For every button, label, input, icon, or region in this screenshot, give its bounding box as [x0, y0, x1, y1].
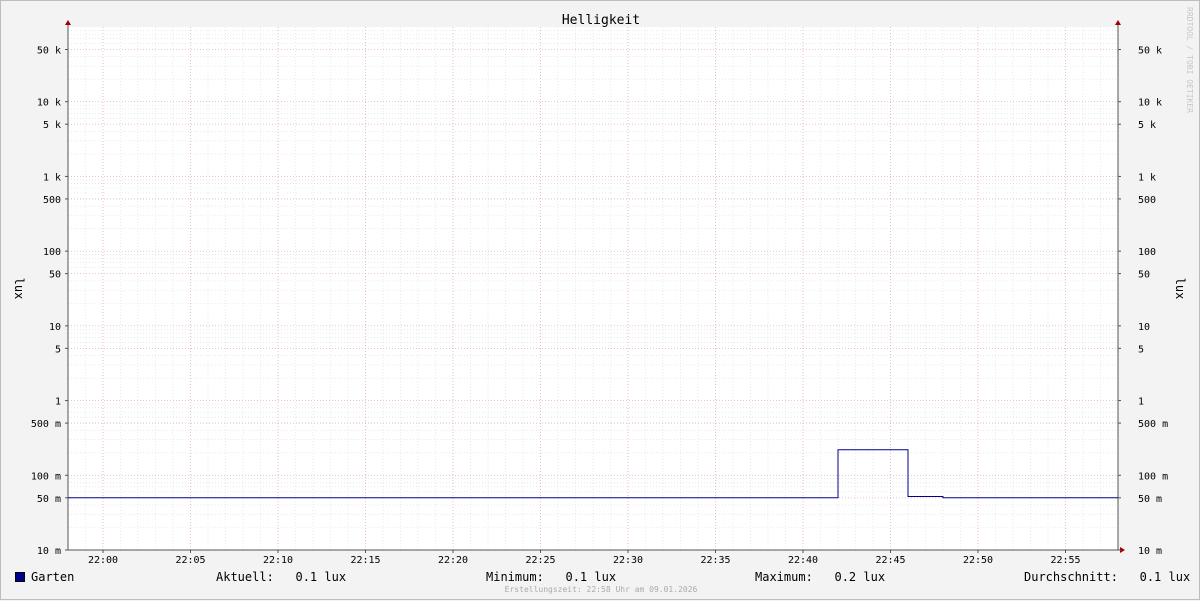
rrdtool-watermark: RRDTOOL / TOBI OETIKER	[1185, 7, 1194, 113]
chart-frame: 10 m 10 m 50 m 50 m 100 m 100 m 500 m 500 m 1 1 5 5…	[0, 0, 1200, 600]
y-tick-label-right: 10 k	[1138, 98, 1162, 109]
y-tick-label-right: 500 m	[1138, 419, 1168, 430]
x-tick-label: 22:25	[525, 555, 555, 566]
legend-swatch	[15, 571, 25, 582]
y-tick-label-left: 1 k	[43, 172, 61, 183]
x-tick-label: 22:05	[175, 555, 205, 566]
y-tick-label-right: 10 m	[1138, 546, 1162, 557]
chart-svg: 10 m 10 m 50 m 50 m 100 m 100 m 500 m 500 m 1 1 5 5…	[12, 13, 1187, 566]
y-tick-label-right: 1	[1138, 397, 1144, 408]
x-tick-label: 22:45	[875, 555, 905, 566]
y-tick-label-left: 50 k	[37, 45, 61, 56]
y-tick-label-left: 10	[49, 322, 61, 333]
legend-minimum: Minimum: 0.1 lux	[486, 570, 617, 584]
y-axis-label-right: lux	[1173, 278, 1187, 300]
y-tick-label-left: 1	[55, 397, 61, 408]
x-tick-label: 22:15	[350, 555, 380, 566]
y-tick-label-left: 10 k	[37, 98, 61, 109]
y-tick-label-right: 500	[1138, 195, 1156, 206]
y-tick-label-left: 10 m	[37, 546, 61, 557]
x-tick-label: 22:50	[963, 555, 993, 566]
legend-series-name: Garten	[31, 570, 75, 584]
y-tick-label-left: 5	[55, 344, 61, 355]
chart-title: Helligkeit	[562, 13, 640, 28]
y-tick-label-left: 5 k	[43, 120, 61, 131]
y-axis-left-arrow	[65, 20, 71, 25]
y-tick-label-left: 50	[49, 270, 61, 281]
y-tick-label-right: 50	[1138, 270, 1150, 281]
x-tick-label: 22:00	[88, 555, 118, 566]
y-tick-label-left: 500	[43, 195, 61, 206]
x-tick-label: 22:20	[438, 555, 468, 566]
x-tick-label: 22:40	[788, 555, 818, 566]
x-tick-label: 22:10	[263, 555, 293, 566]
y-tick-label-right: 100	[1138, 247, 1156, 258]
x-tick-label: 22:35	[700, 555, 730, 566]
y-tick-label-left: 100 m	[31, 471, 61, 482]
y-tick-label-right: 50 k	[1138, 45, 1162, 56]
y-tick-label-right: 1 k	[1138, 172, 1156, 183]
legend-series: Garten	[15, 569, 74, 585]
y-tick-label-left: 50 m	[37, 494, 61, 505]
legend-average: Durchschnitt: 0.1 lux	[1024, 570, 1191, 584]
y-tick-label-right: 5	[1138, 344, 1144, 355]
footer-timestamp: Erstellungszeit: 22:58 Uhr am 09.01.2026	[504, 585, 698, 594]
y-tick-label-right: 50 m	[1138, 494, 1162, 505]
x-tick-label: 22:55	[1050, 555, 1080, 566]
y-tick-label-right: 100 m	[1138, 471, 1168, 482]
y-axis-right-arrow	[1115, 20, 1121, 25]
y-tick-label-right: 10	[1138, 322, 1150, 333]
y-axis-label-left: lux	[12, 278, 26, 300]
legend-maximum: Maximum: 0.2 lux	[755, 570, 886, 584]
legend-current: Aktuell: 0.1 lux	[216, 570, 347, 584]
x-tick-label: 22:30	[613, 555, 643, 566]
y-tick-label-right: 5 k	[1138, 120, 1156, 131]
y-tick-label-left: 100	[43, 247, 61, 258]
y-tick-label-left: 500 m	[31, 419, 61, 430]
